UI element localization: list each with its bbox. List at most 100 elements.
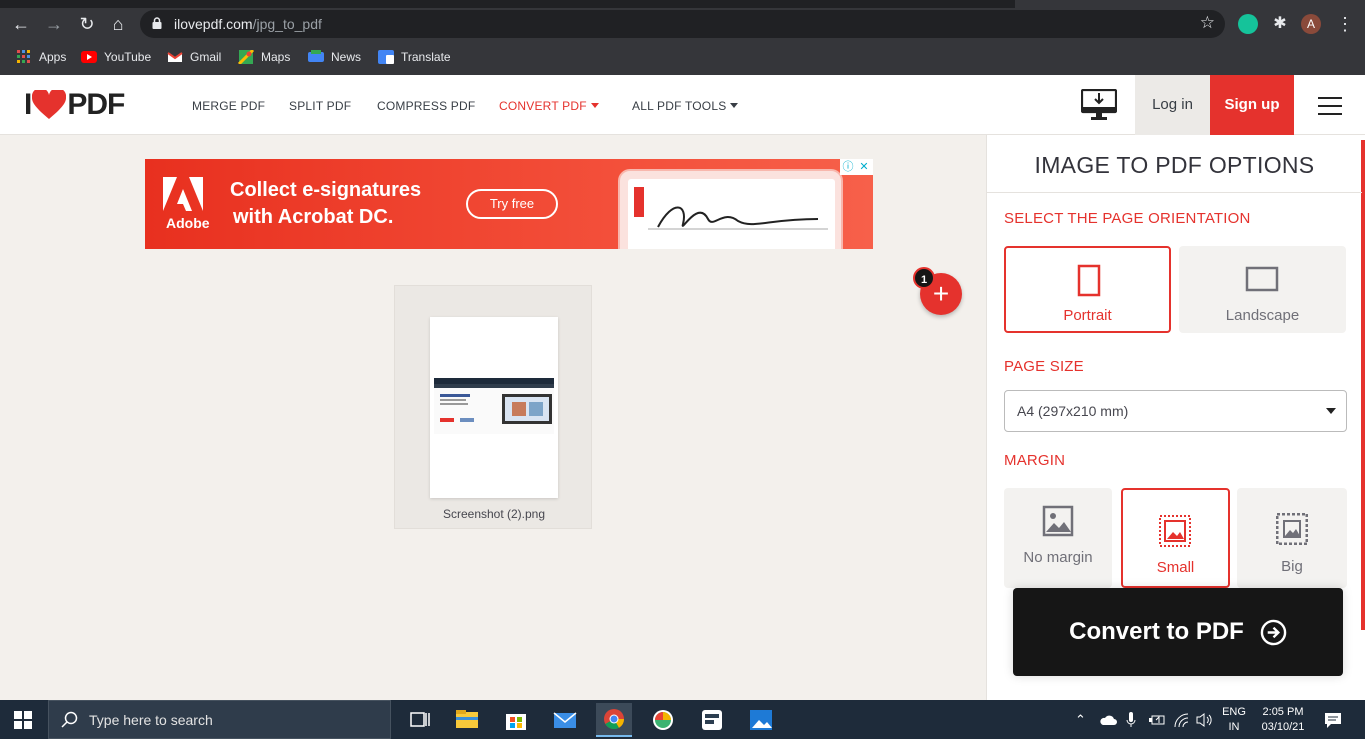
address-bar[interactable]: ilovepdf.com/jpg_to_pdf ☆ (140, 10, 1225, 38)
uploaded-file-card[interactable]: Screenshot (2).png (394, 285, 592, 529)
site-header: I PDF MERGE PDF SPLIT PDF COMPRESS PDF C… (0, 75, 1365, 135)
adobe-logo-icon (163, 177, 203, 211)
close-icon[interactable]: ✕ (856, 159, 872, 175)
language-code: ENG (1222, 706, 1246, 718)
big-margin-label: Big (1281, 558, 1303, 575)
ad-subheadline: with Acrobat DC. (233, 206, 394, 228)
reload-icon[interactable]: ↻ (75, 12, 99, 36)
ad-try-free-button[interactable]: Try free (466, 189, 558, 219)
portrait-option[interactable]: Portrait (1004, 246, 1171, 333)
bookmark-youtube[interactable]: YouTube (81, 49, 151, 65)
notifications-icon[interactable] (1323, 711, 1343, 729)
photos-icon[interactable] (745, 705, 777, 735)
region-code: IN (1228, 721, 1240, 733)
mail-icon[interactable] (549, 705, 581, 735)
portrait-label: Portrait (1063, 307, 1112, 324)
bookmarks-bar: Apps YouTube Gmail Maps News Translate (0, 40, 1365, 75)
microsoft-store-icon[interactable] (500, 705, 532, 735)
youtube-icon (81, 51, 97, 63)
advertisement-banner[interactable]: Adobe Collect e-signatures with Acrobat … (145, 159, 873, 249)
profile-avatar[interactable]: A (1301, 14, 1321, 34)
small-margin-option[interactable]: Small (1121, 488, 1230, 588)
task-view-icon[interactable] (403, 705, 435, 735)
forward-icon[interactable]: → (42, 12, 66, 36)
onedrive-icon[interactable] (1099, 714, 1117, 726)
margin-label: MARGIN (1004, 452, 1066, 469)
bookmark-news[interactable]: News (308, 49, 361, 65)
desktop-download-icon[interactable] (1081, 89, 1117, 121)
landscape-label: Landscape (1225, 307, 1300, 324)
clock-date: 03/10/21 (1261, 721, 1305, 733)
language-indicator[interactable]: ENG IN (1221, 705, 1247, 739)
hamburger-menu-icon[interactable] (1318, 97, 1342, 115)
colorful-app-icon[interactable] (647, 705, 679, 735)
image-small-margin-icon (1159, 515, 1191, 547)
page-size-select[interactable]: A4 (297x210 mm) (1004, 390, 1347, 432)
ad-choices[interactable]: ⓘ ✕ (840, 159, 873, 175)
landscape-option[interactable]: Landscape (1179, 246, 1346, 333)
bookmark-label: Apps (39, 50, 67, 64)
no-margin-option[interactable]: No margin (1004, 488, 1112, 588)
dropdown-arrow-icon (1326, 408, 1336, 414)
image-big-margin-icon (1276, 513, 1308, 545)
bookmark-star-icon[interactable]: ☆ (1200, 13, 1215, 33)
logo-text: PDF (67, 88, 125, 121)
microphone-icon[interactable] (1126, 712, 1136, 728)
browser-toolbar: ← → ↻ ⌂ ilovepdf.com/jpg_to_pdf ☆ ✱ A ⋮ (0, 8, 1365, 40)
file-count-badge: 1 (913, 267, 935, 289)
no-margin-label: No margin (1023, 549, 1093, 566)
nav-merge-pdf[interactable]: MERGE PDF (192, 99, 265, 113)
extensions-puzzle-icon[interactable]: ✱ (1268, 12, 1292, 36)
battery-icon[interactable] (1148, 713, 1166, 727)
portrait-icon (1077, 264, 1101, 297)
bookmark-label: YouTube (104, 50, 152, 64)
big-margin-option[interactable]: Big (1237, 488, 1347, 588)
taskbar-search-box[interactable]: Type here to search (48, 700, 391, 739)
chrome-taskbar-app[interactable] (596, 703, 632, 737)
bookmark-gmail[interactable]: Gmail (167, 49, 221, 65)
back-icon[interactable]: ← (9, 12, 33, 36)
volume-icon[interactable] (1195, 712, 1213, 728)
apps-grid-icon (17, 50, 30, 63)
login-button[interactable]: Log in (1135, 75, 1210, 135)
nav-all-pdf-tools[interactable]: ALL PDF TOOLS (632, 99, 739, 113)
windows-taskbar: Type here to search ⌃ ENG IN 2:05 PM 03/… (0, 700, 1365, 739)
nav-split-pdf[interactable]: SPLIT PDF (289, 99, 351, 113)
signup-button[interactable]: Sign up (1210, 75, 1294, 135)
home-icon[interactable]: ⌂ (106, 12, 130, 36)
clock[interactable]: 2:05 PM 03/10/21 (1253, 705, 1313, 739)
tray-up-arrow-icon[interactable]: ⌃ (1075, 712, 1086, 739)
grammarly-extension-icon[interactable] (1238, 14, 1258, 34)
ad-tablet-illustration (618, 169, 843, 249)
image-icon (1042, 505, 1074, 537)
browser-menu-icon[interactable]: ⋮ (1333, 12, 1357, 36)
convert-label: Convert to PDF (1069, 618, 1244, 645)
ilovepdf-logo[interactable]: I PDF (24, 88, 125, 121)
caret-down-icon (730, 103, 739, 108)
chrome-icon (604, 709, 625, 730)
page-size-label: PAGE SIZE (1004, 358, 1084, 375)
options-sidebar: IMAGE TO PDF OPTIONS SELECT THE PAGE ORI… (986, 135, 1365, 700)
news-icon (308, 50, 324, 62)
small-margin-label: Small (1156, 559, 1195, 576)
file-explorer-icon[interactable] (451, 705, 483, 735)
caret-down-icon (590, 103, 599, 108)
app-icon[interactable] (696, 705, 728, 735)
wifi-icon[interactable] (1173, 712, 1191, 728)
bookmark-translate[interactable]: Translate (378, 49, 451, 65)
bookmark-apps[interactable]: Apps (16, 49, 66, 65)
sidebar-scrollbar[interactable] (1361, 140, 1365, 630)
ad-brand: Adobe (166, 215, 210, 231)
bookmark-label: Maps (261, 50, 291, 64)
convert-to-pdf-button[interactable]: Convert to PDF (1013, 588, 1343, 676)
windows-start-icon[interactable] (14, 711, 32, 729)
current-tab[interactable] (1015, 0, 1365, 8)
nav-convert-pdf[interactable]: CONVERT PDF (499, 99, 599, 113)
url-text: ilovepdf.com/jpg_to_pdf (174, 16, 322, 32)
gmail-icon (167, 52, 183, 62)
nav-compress-pdf[interactable]: COMPRESS PDF (377, 99, 475, 113)
info-icon[interactable]: ⓘ (840, 159, 856, 175)
ad-headline: Collect e-signatures (230, 179, 422, 201)
signature-icon (634, 187, 828, 230)
bookmark-maps[interactable]: Maps (238, 49, 290, 65)
